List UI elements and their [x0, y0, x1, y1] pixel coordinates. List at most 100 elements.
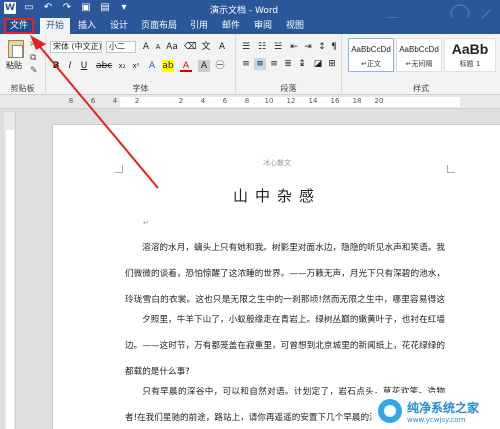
tab-page-layout[interactable]: 页面布局	[138, 18, 180, 34]
paste-icon[interactable]	[8, 40, 24, 58]
paragraph-1[interactable]: 溶溶的水月，螭头上只有她和我。树影里对面水边，隐隐的听见水声和笑语。我们微微的谈…	[125, 235, 445, 313]
font-name-combo[interactable]: 宋体 (中文正)	[50, 41, 102, 53]
watermark-logo-icon	[378, 399, 402, 423]
show-marks-icon[interactable]: ¶	[328, 41, 340, 53]
tab-references[interactable]: 引用	[186, 18, 212, 34]
style-heading-1-sample: AaBb	[451, 41, 489, 57]
text-effects-icon[interactable]: A	[146, 60, 158, 72]
tab-insert[interactable]: 插入	[74, 18, 100, 34]
styles-group: AaBbCcDd ↵正文 AaBbCcDd ↵无间隔 AaBb 标题 1 样式	[342, 34, 500, 95]
redo-icon[interactable]: ↷	[61, 2, 73, 14]
tab-file[interactable]: 文件	[4, 18, 34, 34]
print-icon[interactable]: ▤	[99, 2, 111, 14]
strikethrough-icon[interactable]: abc	[96, 60, 112, 72]
superscript-icon[interactable]: x²	[130, 60, 142, 72]
enclose-char-icon[interactable]: ㊀	[214, 60, 226, 72]
clipboard-group: 粘贴 ✂ ⧉ ✎ 剪贴板	[0, 34, 46, 95]
line-spacing-icon[interactable]: ↨	[296, 58, 308, 70]
phonetic-guide-icon[interactable]: 文	[200, 41, 212, 53]
ruler-number: 8	[68, 97, 74, 105]
bold-icon[interactable]: B	[50, 60, 62, 72]
ruler-number: 18	[352, 97, 362, 105]
ruler-number	[148, 97, 170, 105]
style-normal[interactable]: AaBbCcDd ↵正文	[348, 38, 394, 72]
watermark: 纯净系统之家 www.ycwjsy.com	[372, 393, 500, 429]
format-painter-icon[interactable]: ✎	[30, 66, 38, 76]
ruler-number: 20	[374, 97, 384, 105]
shrink-font-icon[interactable]: A	[152, 41, 164, 53]
ruler-number: 4	[112, 97, 118, 105]
numbering-icon[interactable]: ☷	[256, 41, 268, 53]
open-folder-icon[interactable]: ▭	[23, 2, 35, 14]
ruler-number: 6	[222, 97, 228, 105]
page-header: 冰心散文	[263, 159, 291, 167]
vertical-ruler[interactable]	[4, 112, 16, 429]
font-color-icon[interactable]: A	[180, 60, 192, 72]
ribbon: 粘贴 ✂ ⧉ ✎ 剪贴板 宋体 (中文正) 小二 A A Aa ⌫ 文 A B …	[0, 34, 500, 95]
multilevel-list-icon[interactable]: ☱	[272, 41, 284, 53]
sort-icon[interactable]: ↕	[316, 41, 328, 53]
paragraph-group-label: 段落	[280, 84, 297, 93]
char-border-icon[interactable]: A	[216, 41, 228, 53]
watermark-text: 纯净系统之家	[407, 400, 480, 415]
cut-icon[interactable]: ✂	[30, 40, 38, 50]
subscript-icon[interactable]: x₂	[116, 60, 128, 72]
tab-design[interactable]: 设计	[106, 18, 132, 34]
shading-icon[interactable]: ◪	[312, 58, 324, 70]
style-heading-1[interactable]: AaBb 标题 1	[444, 38, 496, 72]
tab-home[interactable]: 开始	[40, 18, 70, 34]
paragraph-2[interactable]: 夕照里，牛羊下山了，小蚁般缘走在青岩上。绿树丛巅的嫩黄叶子，也衬在红墙边。——这…	[125, 307, 445, 385]
ruler-number: 4	[200, 97, 206, 105]
grow-font-icon[interactable]: A	[140, 41, 152, 53]
styles-group-label: 样式	[413, 84, 429, 93]
document-page[interactable]: 冰心散文 山中杂感 ↵ 溶溶的水月，螭头上只有她和我。树影里对面水边，隐隐的听见…	[52, 124, 500, 429]
ruler-number: 8	[244, 97, 250, 105]
align-left-icon[interactable]: ≡	[240, 58, 252, 70]
ruler-number: 12	[286, 97, 296, 105]
highlight-icon[interactable]: ab	[162, 60, 174, 72]
copy-icon[interactable]: ⧉	[30, 53, 36, 63]
paragraph-group: ☰ ☷ ☱ ⇤ ⇥ ↕ ¶ ≡ ≡ ≡ ≣ ↨ ◪ ⊞ 段落	[236, 34, 342, 95]
style-normal-name: ↵正文	[361, 60, 381, 68]
quick-access-toolbar: W ▭ ↶ ↷ ▣ ▤ ▾	[4, 2, 130, 14]
ruler-number: 10	[264, 97, 274, 105]
word-logo-icon: W	[4, 2, 16, 14]
ruler-number: 2	[178, 97, 184, 105]
ruler-numbers: 8 6 4 2 2 4 6 8 10 12 14 16 18 20	[60, 97, 390, 105]
underline-icon[interactable]: U	[78, 60, 90, 72]
change-case-icon[interactable]: Aa	[166, 41, 178, 53]
decrease-indent-icon[interactable]: ⇤	[288, 41, 300, 53]
style-no-spacing[interactable]: AaBbCcDd ↵无间隔	[396, 38, 442, 72]
paragraph-1-text: 溶溶的水月，螭头上只有她和我。树影里对面水边，隐隐的听见水声和笑语。我们微微的谈…	[125, 243, 445, 305]
watermark-url: www.ycwjsy.com	[407, 415, 466, 424]
char-shading-icon[interactable]: A	[198, 60, 210, 72]
borders-icon[interactable]: ⊞	[326, 58, 338, 70]
style-no-spacing-name: ↵无间隔	[405, 60, 433, 68]
font-size-combo[interactable]: 小二	[106, 41, 136, 53]
paste-button-label[interactable]: 粘贴	[6, 60, 22, 71]
vertical-ruler-text-area	[6, 130, 14, 429]
save-icon[interactable]: ▣	[80, 2, 92, 14]
ruler-number: 16	[330, 97, 340, 105]
align-center-icon[interactable]: ≡	[254, 58, 266, 70]
ruler-number: 2	[134, 97, 140, 105]
style-normal-sample: AaBbCcDd	[351, 45, 391, 54]
horizontal-ruler[interactable]: 8 6 4 2 2 4 6 8 10 12 14 16 18 20	[0, 95, 500, 109]
bullets-icon[interactable]: ☰	[240, 41, 252, 53]
align-right-icon[interactable]: ≡	[268, 58, 280, 70]
customize-qat-icon[interactable]: ▾	[118, 2, 130, 14]
font-group-label: 字体	[132, 84, 149, 93]
style-heading-1-name: 标题 1	[459, 60, 481, 68]
ruler-number: 14	[308, 97, 318, 105]
document-title[interactable]: 山中杂感	[53, 185, 500, 206]
undo-icon[interactable]: ↶	[42, 2, 54, 14]
tab-review[interactable]: 审阅	[250, 18, 276, 34]
italic-icon[interactable]: I	[64, 60, 76, 72]
tab-mailings[interactable]: 邮件	[218, 18, 244, 34]
clear-format-icon[interactable]: ⌫	[184, 41, 197, 53]
justify-icon[interactable]: ≣	[282, 58, 294, 70]
increase-indent-icon[interactable]: ⇥	[302, 41, 314, 53]
font-group: 宋体 (中文正) 小二 A A Aa ⌫ 文 A B I U abc x₂ x²…	[46, 34, 236, 95]
paragraph-mark: ↵	[143, 219, 149, 227]
tab-view[interactable]: 视图	[282, 18, 308, 34]
